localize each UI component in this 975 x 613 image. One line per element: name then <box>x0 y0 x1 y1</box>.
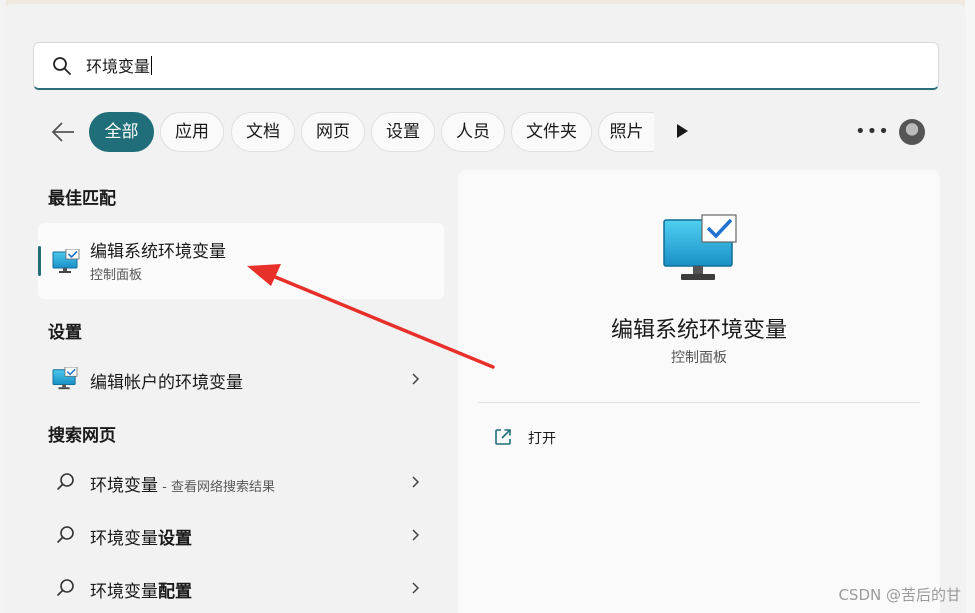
watermark: CSDN @苦后的甘 <box>838 586 961 604</box>
annotation-arrow <box>247 264 495 369</box>
